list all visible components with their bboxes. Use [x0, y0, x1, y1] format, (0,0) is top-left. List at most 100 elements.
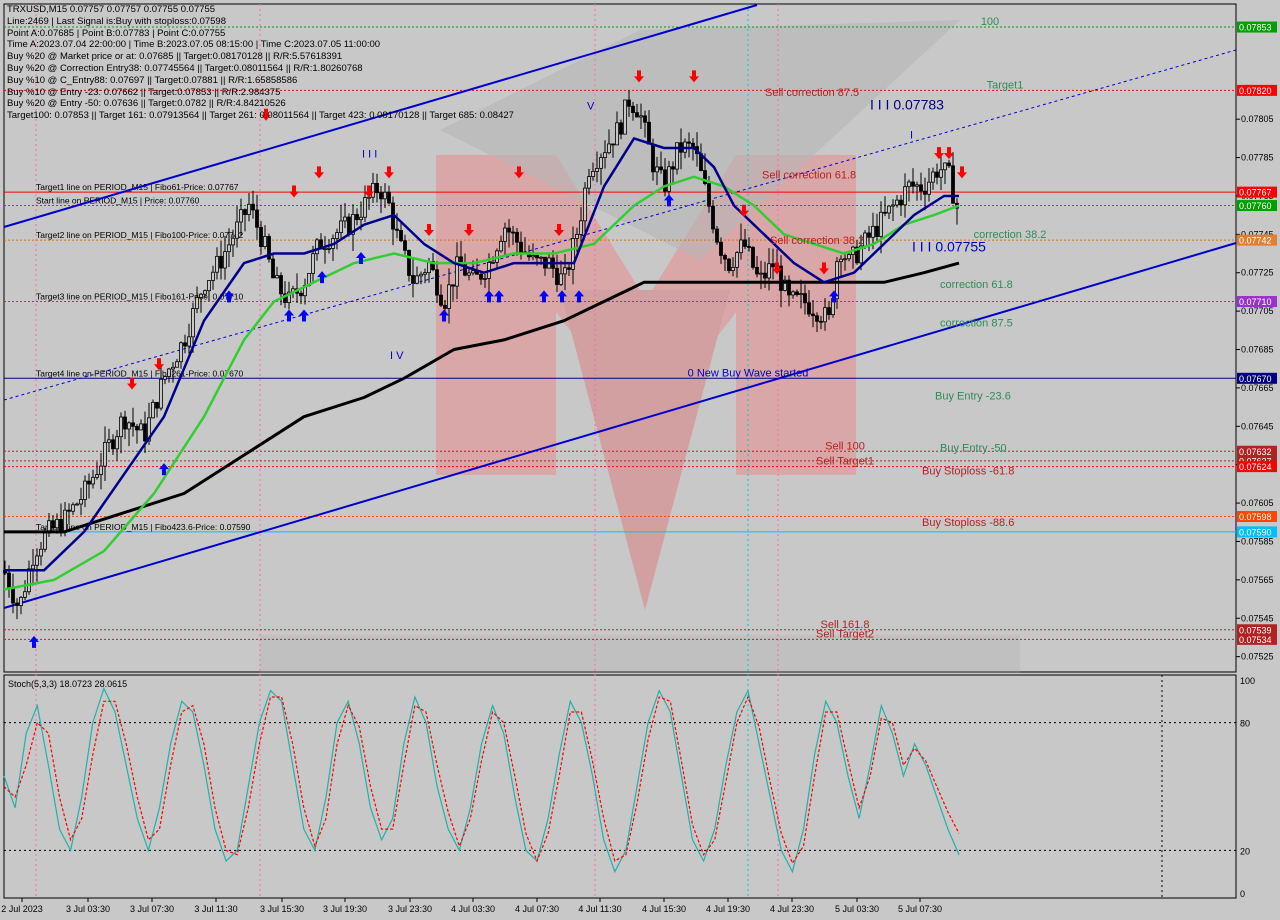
candle-body: [39, 548, 43, 557]
candle-body: [931, 171, 935, 183]
candle-body: [687, 141, 691, 144]
stoch-level-label: 100: [1240, 676, 1255, 686]
candle-body: [667, 166, 671, 192]
candle-body: [143, 423, 147, 442]
candle-body: [455, 256, 459, 287]
price-tag-label: 0.07742: [1239, 236, 1272, 246]
candle-body: [659, 166, 663, 171]
candle-body: [743, 239, 747, 247]
candle-body: [215, 255, 219, 273]
level-mid-label: 0 New Buy Wave started: [688, 367, 809, 379]
info-line: Point A:0.07685 | Point B:0.07783 | Poin…: [7, 27, 226, 39]
candle-body: [35, 555, 39, 566]
candle-body: [879, 211, 883, 237]
candle-body: [511, 231, 515, 234]
time-tick-label: 4 Jul 23:30: [770, 904, 814, 914]
candle-body: [935, 171, 939, 178]
candle-body: [63, 509, 67, 533]
candle-body: [115, 436, 119, 450]
candle-body: [939, 169, 943, 178]
candle-body: [591, 171, 595, 177]
price-tag-label: 0.07534: [1239, 635, 1272, 645]
chart-annotation: correction 87.5: [940, 317, 1013, 329]
candle-body: [467, 272, 471, 276]
candle-body: [419, 273, 423, 277]
time-tick-label: 5 Jul 07:30: [898, 904, 942, 914]
symbol-line: TRXUSD,M15 0.07757 0.07757 0.07755 0.077…: [7, 4, 216, 15]
stoch-level-label: 80: [1240, 719, 1250, 729]
candle-body: [447, 284, 451, 309]
candle-body: [911, 181, 915, 187]
candle-body: [611, 143, 615, 146]
level-label: Target4 line on PERIOD_M15 | Fibo261-Pri…: [36, 368, 244, 378]
candle-body: [747, 246, 751, 248]
chart-annotation: Buy Stoploss -88.6: [922, 517, 1014, 529]
candle-body: [323, 248, 327, 251]
candle-body: [155, 401, 159, 409]
candle-body: [75, 503, 79, 506]
candle-body: [691, 142, 695, 147]
candle-body: [87, 480, 91, 485]
candle-body: [707, 183, 711, 207]
candle-body: [951, 165, 955, 204]
candle-body: [499, 240, 503, 252]
candle-body: [443, 304, 447, 309]
candle-body: [515, 231, 519, 243]
price-tag-label: 0.07598: [1239, 512, 1272, 522]
candle-body: [907, 181, 911, 188]
candle-body: [411, 275, 415, 284]
candle-body: [19, 596, 23, 606]
candle-body: [867, 232, 871, 238]
chart-annotation: I I I 0.07755: [912, 239, 986, 255]
candle-body: [327, 247, 331, 250]
candle-body: [767, 263, 771, 279]
candle-body: [263, 236, 267, 247]
candle-body: [203, 290, 207, 295]
candle-body: [671, 166, 675, 170]
candle-body: [299, 292, 303, 297]
candle-body: [415, 275, 419, 284]
candle-body: [811, 313, 815, 317]
candle-body: [363, 197, 367, 218]
price-tag-label: 0.07539: [1239, 625, 1272, 635]
candle-body: [627, 99, 631, 107]
candle-body: [31, 564, 35, 570]
info-line: Buy %20 @ Market price or at: 0.07685 ||…: [7, 51, 343, 63]
chart-annotation: Buy Entry -23.6: [935, 390, 1011, 402]
candle-body: [423, 272, 427, 275]
candle-body: [635, 112, 639, 118]
candle-body: [271, 258, 275, 279]
candle-body: [379, 192, 383, 200]
candle-body: [875, 225, 879, 237]
candle-body: [915, 184, 919, 187]
candle-body: [895, 199, 899, 206]
candle-body: [587, 176, 591, 189]
candle-body: [539, 256, 543, 259]
candle-body: [623, 99, 627, 135]
time-tick-label: 4 Jul 07:30: [515, 904, 559, 914]
candle-body: [483, 278, 487, 280]
info-line: Buy %10 @ C_Entry88: 0.07697 || Target:0…: [7, 74, 298, 86]
candle-body: [219, 255, 223, 269]
time-tick-label: 3 Jul 23:30: [388, 904, 432, 914]
candle-body: [179, 342, 183, 363]
price-tick-label: 0.07545: [1241, 613, 1274, 623]
price-tick-label: 0.07585: [1241, 536, 1274, 546]
level-label: Target2 line on PERIOD_M15 | Fibo100-Pri…: [36, 230, 244, 240]
candle-body: [399, 230, 403, 242]
candle-body: [159, 378, 163, 409]
candle-body: [435, 269, 439, 296]
candle-body: [755, 266, 759, 275]
candle-body: [243, 209, 247, 216]
level-label: Target3 line on PERIOD_M15 | Fibo161-Pri…: [36, 292, 244, 302]
candle-body: [923, 190, 927, 195]
candle-body: [771, 263, 775, 268]
candle-body: [803, 293, 807, 304]
price-tick-label: 0.07565: [1241, 575, 1274, 585]
candle-body: [943, 162, 947, 171]
candle-body: [727, 258, 731, 271]
price-tick-label: 0.07525: [1241, 652, 1274, 662]
candle-body: [231, 237, 235, 246]
candle-body: [647, 121, 651, 145]
time-tick-label: 4 Jul 15:30: [642, 904, 686, 914]
